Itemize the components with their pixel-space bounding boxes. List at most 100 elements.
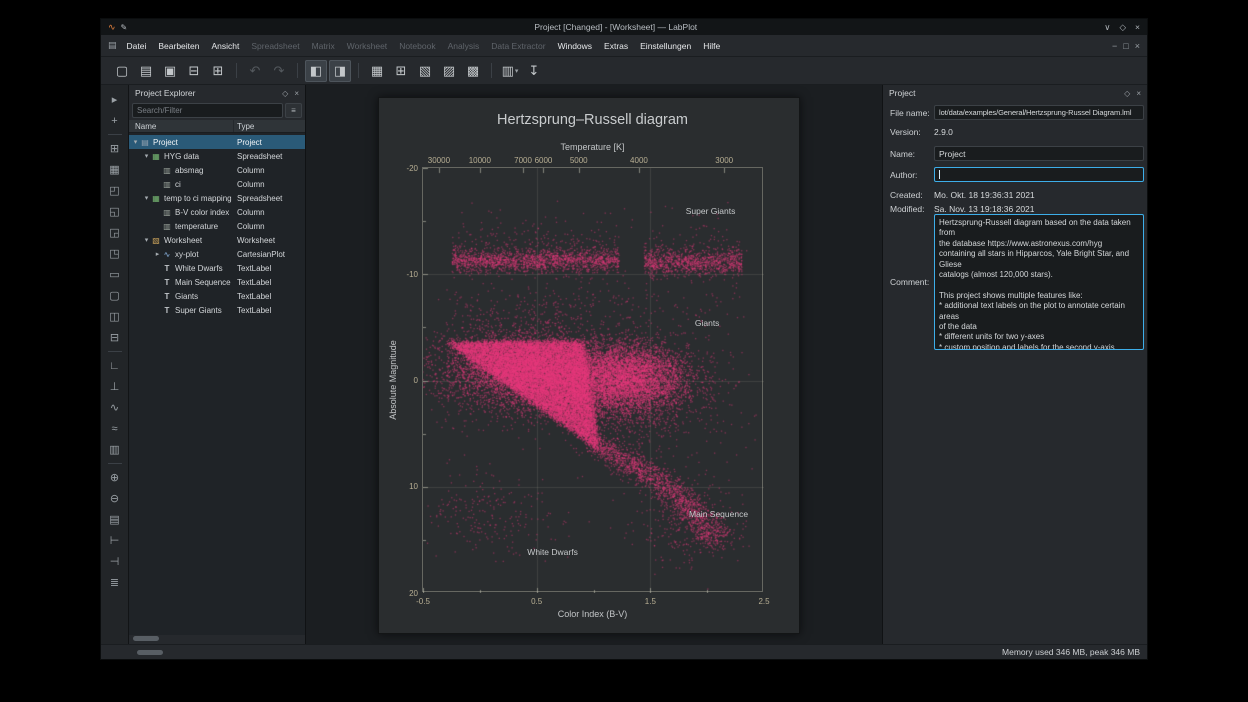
add-legend-button[interactable]: ⊥ bbox=[105, 377, 124, 396]
new-project-button[interactable]: ▢ bbox=[111, 60, 133, 82]
comment-field[interactable]: Hertzsprung-Russell diagram based on the… bbox=[934, 214, 1144, 350]
add-text-label-button[interactable]: ▭ bbox=[105, 265, 124, 284]
add-xy-curve-button[interactable]: ∿ bbox=[105, 398, 124, 417]
tree-row-xy-plot[interactable]: ▸∿xy-plotCartesianPlot bbox=[129, 247, 305, 261]
open-project-button[interactable]: ▤ bbox=[135, 60, 157, 82]
tree-row-ci[interactable]: ▥ciColumn bbox=[129, 177, 305, 191]
minimize-icon[interactable]: ∨ bbox=[1104, 22, 1110, 33]
print-preview-button[interactable]: ⊞ bbox=[207, 60, 229, 82]
vertical-layout-button[interactable]: ◫ bbox=[105, 307, 124, 326]
horizontal-layout-button[interactable]: ⊟ bbox=[105, 328, 124, 347]
properties-titlebar[interactable]: Project ◇ × bbox=[883, 85, 1147, 101]
save-project-button[interactable]: ▣ bbox=[159, 60, 181, 82]
column-header-type[interactable]: Type bbox=[234, 122, 305, 131]
x-axis-title[interactable]: Color Index (B-V) bbox=[558, 609, 628, 619]
menu-bearbeiten[interactable]: Bearbeiten bbox=[152, 39, 205, 53]
new-spreadsheet-button[interactable]: ▦ bbox=[366, 60, 388, 82]
name-field[interactable] bbox=[934, 146, 1144, 161]
add-box-plot-button[interactable]: ▦ bbox=[105, 160, 124, 179]
maximize-icon[interactable]: ◇ bbox=[1119, 22, 1126, 33]
print-button[interactable]: ⊟ bbox=[183, 60, 205, 82]
subwindow-restore-icon[interactable]: □ bbox=[1123, 41, 1128, 51]
add-histogram-button[interactable]: ▥ bbox=[105, 440, 124, 459]
tree-row-project[interactable]: ▾▤ProjectProject bbox=[129, 135, 305, 149]
select-tool-button[interactable]: ▸ bbox=[105, 90, 124, 109]
scrollbar-thumb[interactable] bbox=[133, 636, 159, 641]
menu-hilfe[interactable]: Hilfe bbox=[697, 39, 726, 53]
annotation-giants[interactable]: Giants bbox=[695, 318, 720, 328]
expand-arrow-icon[interactable]: ▸ bbox=[153, 250, 162, 258]
subwindow-close-icon[interactable]: × bbox=[1135, 41, 1140, 51]
import-button[interactable]: ↧ bbox=[523, 60, 545, 82]
zoom-x-select-button[interactable]: ⊢ bbox=[105, 531, 124, 550]
toggle-properties-explorer-button[interactable]: ◨ bbox=[329, 60, 351, 82]
menu-ansicht[interactable]: Ansicht bbox=[205, 39, 245, 53]
new-worksheet-button[interactable]: ▧ bbox=[414, 60, 436, 82]
tree-row-giants[interactable]: TGiantsTextLabel bbox=[129, 289, 305, 303]
add-plot-bottom-right-axes-button[interactable]: ◲ bbox=[105, 223, 124, 242]
close-icon[interactable]: × bbox=[1135, 22, 1140, 33]
menu-windows[interactable]: Windows bbox=[552, 39, 598, 53]
filter-options-button[interactable]: ≡ bbox=[285, 103, 302, 118]
crosshair-tool-button[interactable]: + bbox=[105, 111, 124, 130]
tree-horizontal-scrollbar[interactable] bbox=[132, 636, 302, 641]
add-equation-curve-button[interactable]: ≈ bbox=[105, 419, 124, 438]
annotation-main-sequence[interactable]: Main Sequence bbox=[689, 509, 748, 519]
worksheet-page[interactable]: Hertzsprung–Russell diagram Temperature … bbox=[378, 97, 800, 634]
main-content: ▸ + ⊞ ▦ ◰ ◱ ◲ ◳ ▭ ▢ ◫ ⊟ ∟ ⊥ ∿ ≈ ▥ ⊕ ⊖ ▤ ⊢ ⊣ ≣ Project Explorer… bbox=[101, 85, 1147, 644]
tree-row-super-giants[interactable]: TSuper GiantsTextLabel bbox=[129, 303, 305, 317]
collapse-arrow-icon[interactable]: ▾ bbox=[142, 236, 151, 244]
new-note-button[interactable]: ▩ bbox=[462, 60, 484, 82]
menu-datei[interactable]: Datei bbox=[121, 39, 153, 53]
add-plot-bottom-left-axes-button[interactable]: ◱ bbox=[105, 202, 124, 221]
tree-row-temperature[interactable]: ▥temperatureColumn bbox=[129, 219, 305, 233]
project-explorer-titlebar[interactable]: Project Explorer ◇ × bbox=[129, 85, 305, 101]
close-dock-icon[interactable]: × bbox=[1136, 89, 1141, 98]
zoom-y-select-button[interactable]: ⊣ bbox=[105, 552, 124, 571]
add-image-button[interactable]: ▢ bbox=[105, 286, 124, 305]
new-notebook-button[interactable]: ▨ bbox=[438, 60, 460, 82]
collapse-arrow-icon[interactable]: ▾ bbox=[142, 194, 151, 202]
zoom-in-button[interactable]: ⊕ bbox=[105, 468, 124, 487]
menu-einstellungen[interactable]: Einstellungen bbox=[634, 39, 697, 53]
explorer-hscrollbar-pill[interactable] bbox=[137, 650, 163, 655]
float-dock-icon[interactable]: ◇ bbox=[1124, 89, 1130, 98]
close-dock-icon[interactable]: × bbox=[294, 89, 299, 98]
navigate-button[interactable]: ≣ bbox=[105, 573, 124, 592]
subwindow-minimize-icon[interactable]: − bbox=[1112, 41, 1117, 51]
tree-row-white-dwarfs[interactable]: TWhite DwarfsTextLabel bbox=[129, 261, 305, 275]
y-axis-title[interactable]: Absolute Magnitude bbox=[388, 340, 398, 420]
add-axis-button[interactable]: ∟ bbox=[105, 356, 124, 375]
tree-row-worksheet[interactable]: ▾▧WorksheetWorksheet bbox=[129, 233, 305, 247]
collapse-arrow-icon[interactable]: ▾ bbox=[131, 138, 140, 146]
float-dock-icon[interactable]: ◇ bbox=[282, 89, 288, 98]
author-field[interactable] bbox=[934, 167, 1144, 182]
add-plot-top-left-axes-button[interactable]: ◰ bbox=[105, 181, 124, 200]
titlebar[interactable]: ∿ ✎ Project [Changed] - [Worksheet] — La… bbox=[101, 19, 1147, 35]
add-plot-top-right-axes-button[interactable]: ◳ bbox=[105, 244, 124, 263]
plot-canvas[interactable] bbox=[423, 168, 764, 593]
zoom-select-button[interactable]: ▤ bbox=[105, 510, 124, 529]
tree-row-absmag[interactable]: ▥absmagColumn bbox=[129, 163, 305, 177]
toggle-project-explorer-button[interactable]: ◧ bbox=[305, 60, 327, 82]
main-toolbar: ▢▤▣⊟⊞↶↷◧◨▦⊞▧▨▩▥▾↧ bbox=[101, 57, 1147, 85]
search-input[interactable] bbox=[132, 103, 283, 118]
tree-row-temp-to-ci-mapping[interactable]: ▾▦temp to ci mappingSpreadsheet bbox=[129, 191, 305, 205]
file-name-field[interactable] bbox=[934, 105, 1144, 120]
tree-header[interactable]: Name Type bbox=[129, 120, 305, 133]
annotation-white-dwarfs[interactable]: White Dwarfs bbox=[527, 547, 578, 557]
zoom-out-button[interactable]: ⊖ bbox=[105, 489, 124, 508]
new-object-button[interactable]: ▥▾ bbox=[499, 60, 521, 82]
x2-axis-title[interactable]: Temperature [K] bbox=[560, 142, 624, 152]
redo-icon: ↷ bbox=[274, 63, 285, 79]
add-four-axes-plot-button[interactable]: ⊞ bbox=[105, 139, 124, 158]
tree-row-b-v-color-index[interactable]: ▥B-V color indexColumn bbox=[129, 205, 305, 219]
tree-row-main-sequence[interactable]: TMain SequenceTextLabel bbox=[129, 275, 305, 289]
menu-extras[interactable]: Extras bbox=[598, 39, 634, 53]
annotation-super-giants[interactable]: Super Giants bbox=[686, 206, 736, 216]
new-matrix-button[interactable]: ⊞ bbox=[390, 60, 412, 82]
tree-row-hyg-data[interactable]: ▾▦HYG dataSpreadsheet bbox=[129, 149, 305, 163]
column-header-name[interactable]: Name bbox=[129, 120, 234, 132]
plot-title[interactable]: Hertzsprung–Russell diagram bbox=[422, 112, 763, 128]
collapse-arrow-icon[interactable]: ▾ bbox=[142, 152, 151, 160]
